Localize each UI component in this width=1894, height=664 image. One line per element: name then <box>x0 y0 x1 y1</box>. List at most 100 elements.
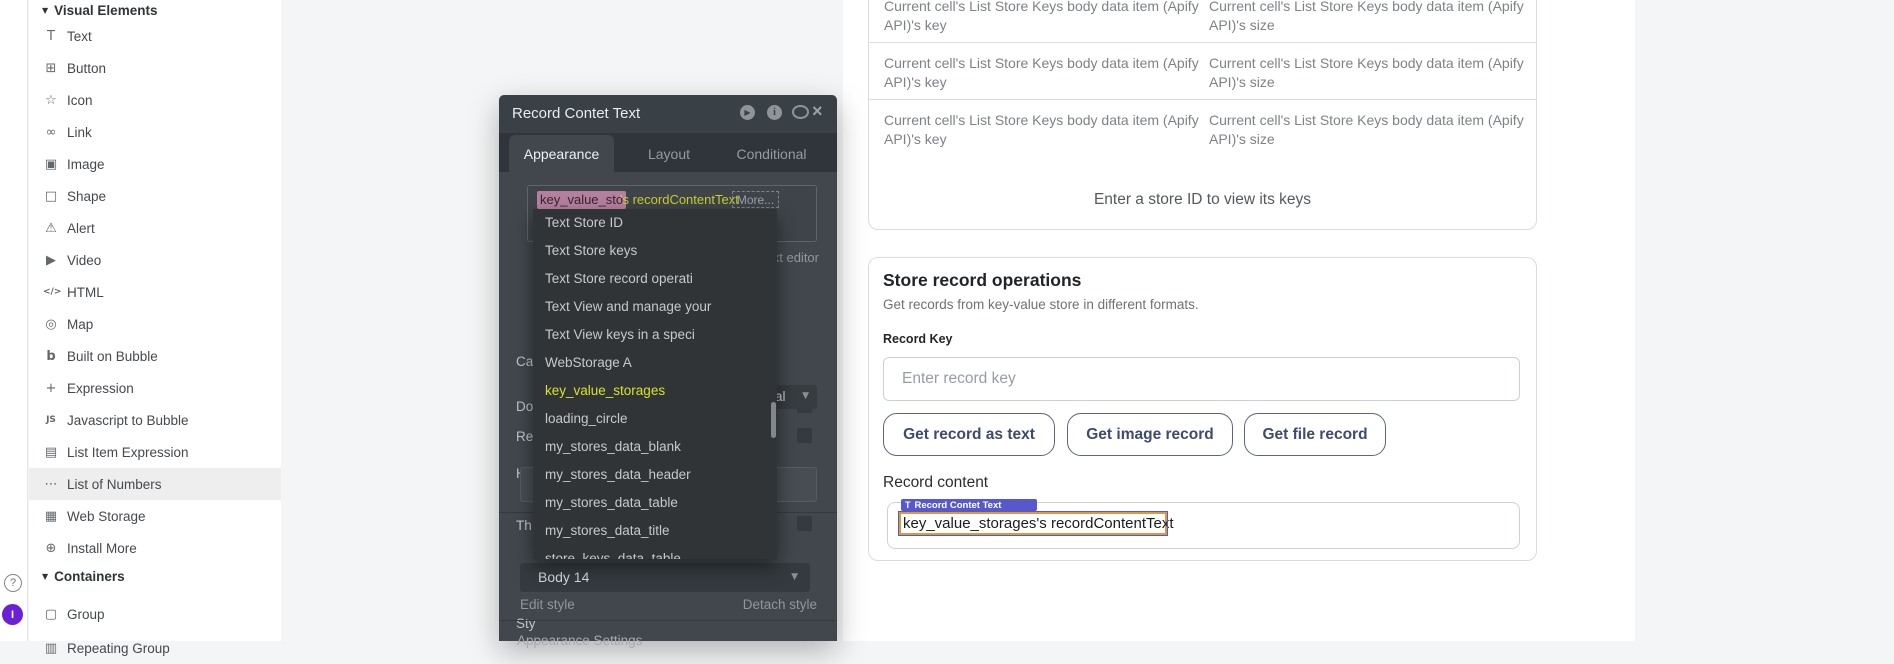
dropdown-option[interactable]: my_stores_data_blank <box>533 433 777 461</box>
button-icon: ⊞ <box>43 61 59 76</box>
dropdown-option[interactable]: Text View keys in a speci <box>533 321 777 349</box>
sidebar-item-icon[interactable]: ☆ Icon <box>29 84 281 116</box>
cell-size-text: Current cell's List Store Keys body data… <box>1209 0 1529 35</box>
clipboard-icon: ▤ <box>43 445 59 460</box>
style-select[interactable]: Body 14 ▼ <box>520 563 810 592</box>
record-content-label: Record content <box>883 474 988 492</box>
dropdown-option[interactable]: my_stores_data_title <box>533 517 777 545</box>
dropdown-option[interactable]: WebStorage A <box>533 349 777 377</box>
panel-titlebar[interactable]: Record Contet Text ▶ i × <box>499 95 837 133</box>
cell-key-text: Current cell's List Store Keys body data… <box>884 0 1204 35</box>
chevron-down-icon: ▼ <box>791 572 798 582</box>
sidebar-item-repeating-group[interactable]: ▥ Repeating Group <box>29 632 281 664</box>
dropdown-option[interactable]: store_keys_data_table <box>533 545 777 559</box>
scrollbar-thumb[interactable] <box>771 402 776 438</box>
table-row[interactable]: Current cell's List Store Keys body data… <box>869 43 1536 100</box>
get-file-record-button[interactable]: Get file record <box>1244 413 1386 456</box>
sidebar-item-html[interactable]: </> HTML <box>29 276 281 308</box>
dropdown-option[interactable]: Text Store keys <box>533 237 777 265</box>
selected-element-badge: T Record Contet Text <box>901 499 1037 511</box>
property-editor-panel: Record Contet Text ▶ i × Appearance Layo… <box>499 95 837 641</box>
text-icon: T <box>43 29 59 44</box>
avatar[interactable]: I <box>2 604 23 625</box>
sidebar-item-list-of-numbers[interactable]: ⋯ List of Numbers <box>29 468 281 500</box>
sidebar-item-shape[interactable]: □ Shape <box>29 180 281 212</box>
more-button[interactable]: More... <box>732 191 779 208</box>
sidebar-item-expression[interactable]: + Expression <box>29 372 281 404</box>
edit-style-link[interactable]: Edit style <box>520 597 575 612</box>
field-label-fragment: Do <box>516 399 533 414</box>
sidebar-item-text[interactable]: T Text <box>29 20 281 52</box>
sidebar-item-install-more[interactable]: ⊕ Install More <box>29 532 281 564</box>
dropdown-option[interactable]: loading_circle <box>533 405 777 433</box>
record-key-label: Record Key <box>883 332 952 346</box>
left-gutter <box>0 0 28 641</box>
section-header-visual-elements[interactable]: ▼ Visual Elements <box>29 0 281 20</box>
field-label-fragment: Re <box>516 429 533 444</box>
sidebar-item-video[interactable]: ▶ Video <box>29 244 281 276</box>
elements-sidebar: ▼ Visual Elements T Text ⊞ Button ☆ Icon… <box>29 0 281 641</box>
dropdown-option[interactable]: Text Store ID <box>533 209 777 237</box>
store-record-operations-card: Store record operations Get records from… <box>868 257 1537 561</box>
close-icon[interactable]: × <box>812 101 823 122</box>
table-row[interactable]: Current cell's List Store Keys body data… <box>869 0 1536 43</box>
sidebar-item-alert[interactable]: ⚠ Alert <box>29 212 281 244</box>
sidebar-item-image[interactable]: ▣ Image <box>29 148 281 180</box>
tab-conditional[interactable]: Conditional <box>724 135 819 172</box>
chevron-down-icon: ▼ <box>42 6 48 15</box>
sidebar-item-web-storage[interactable]: ▦ Web Storage <box>29 500 281 532</box>
divider <box>499 620 837 621</box>
dropdown-option[interactable]: Text View and manage your <box>533 293 777 321</box>
field-label-fragment: Sty <box>516 616 536 631</box>
expression-suffix[interactable]: 's recordContentText <box>620 192 739 207</box>
sidebar-item-button[interactable]: ⊞ Button <box>29 52 281 84</box>
get-image-record-button[interactable]: Get image record <box>1067 413 1233 456</box>
cell-size-text: Current cell's List Store Keys body data… <box>1209 111 1529 149</box>
section-header-containers[interactable]: ▼ Containers <box>29 566 281 586</box>
checkbox[interactable] <box>797 516 812 531</box>
plus-icon: + <box>43 381 59 396</box>
record-key-input[interactable] <box>883 357 1520 401</box>
cell-key-text: Current cell's List Store Keys body data… <box>884 111 1204 149</box>
help-icon[interactable]: ? <box>4 574 22 592</box>
preview-icon[interactable]: ▶ <box>740 105 755 120</box>
cell-key-text: Current cell's List Store Keys body data… <box>884 54 1204 92</box>
link-icon: ∞ <box>43 125 59 140</box>
circle-plus-icon: ⊕ <box>43 541 59 556</box>
field-label-fragment: Th <box>516 518 532 533</box>
dropdown-option[interactable]: my_stores_data_header <box>533 461 777 489</box>
chevron-down-icon: ▼ <box>802 391 809 401</box>
get-record-as-text-button[interactable]: Get record as text <box>883 413 1055 456</box>
checkbox[interactable] <box>797 428 812 443</box>
chevron-down-icon: ▼ <box>42 572 48 581</box>
sidebar-item-group[interactable]: ▢ Group <box>29 598 281 630</box>
sidebar-item-link[interactable]: ∞ Link <box>29 116 281 148</box>
panel-title: Record Contet Text <box>512 105 640 122</box>
sidebar-item-javascript-to-bubble[interactable]: JS Javascript to Bubble <box>29 404 281 436</box>
js-icon: JS <box>43 415 59 425</box>
dropdown-option-highlighted[interactable]: key_value_storages <box>533 377 777 405</box>
panel-body: key_value_sto 's recordContentText More.… <box>499 172 837 641</box>
dropdown-option[interactable]: my_stores_data_table <box>533 489 777 517</box>
selected-element-badge-label: Record Contet Text <box>915 500 1002 511</box>
detach-style-link[interactable]: Detach style <box>743 597 817 612</box>
selected-text-element[interactable]: key_value_storages's recordContentText <box>899 512 1167 535</box>
code-icon: </> <box>43 287 59 297</box>
section-title: Store record operations <box>883 270 1081 291</box>
sidebar-item-list-item-expression[interactable]: ▤ List Item Expression <box>29 436 281 468</box>
empty-state-message: Enter a store ID to view its keys <box>869 191 1536 209</box>
ellipsis-icon: ⋯ <box>43 477 59 492</box>
star-icon: ☆ <box>43 93 59 108</box>
dropdown-option[interactable]: Text Store record operati <box>533 265 777 293</box>
tab-appearance[interactable]: Appearance <box>509 135 614 172</box>
storage-icon: ▦ <box>43 509 59 524</box>
comment-icon[interactable] <box>792 105 809 119</box>
bubble-logo-icon: b <box>43 349 59 364</box>
expression-token[interactable]: key_value_sto <box>537 191 626 209</box>
sidebar-item-built-on-bubble[interactable]: b Built on Bubble <box>29 340 281 372</box>
sidebar-item-map[interactable]: ◎ Map <box>29 308 281 340</box>
info-icon[interactable]: i <box>767 105 782 120</box>
tab-layout[interactable]: Layout <box>624 135 714 172</box>
group-icon: ▢ <box>43 607 59 622</box>
table-row[interactable]: Current cell's List Store Keys body data… <box>869 100 1536 157</box>
